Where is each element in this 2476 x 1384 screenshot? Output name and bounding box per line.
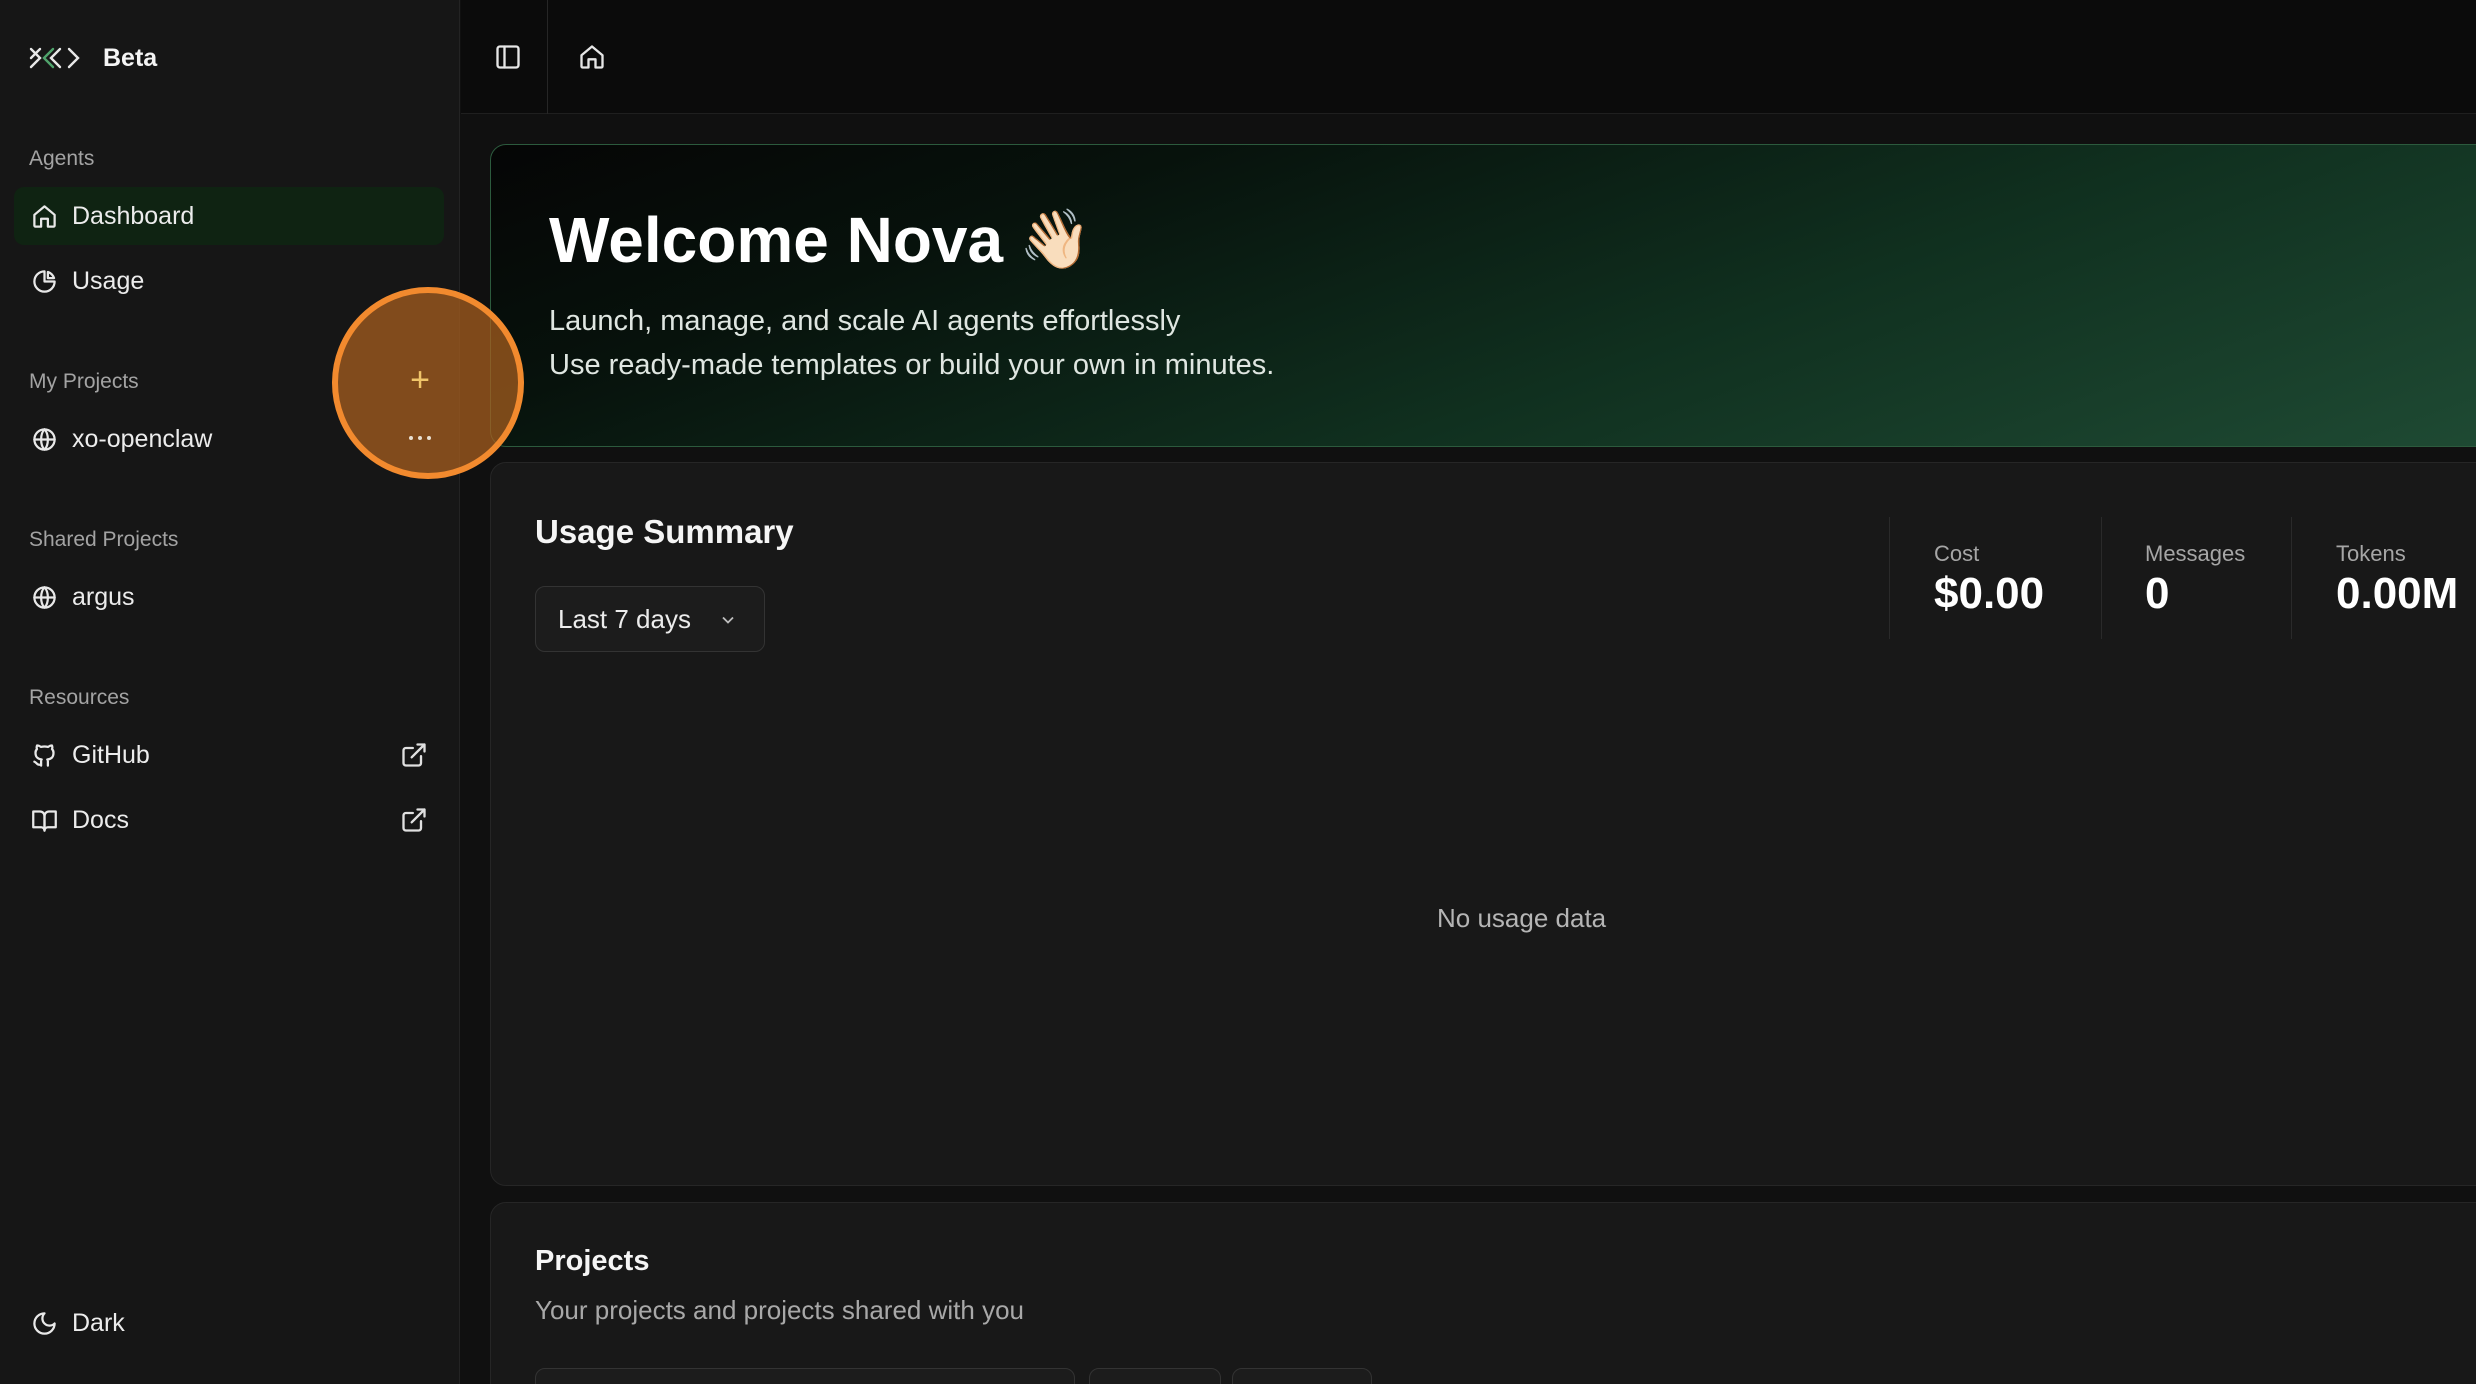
stat-divider: [2101, 517, 2102, 639]
projects-filter-button[interactable]: [1089, 1368, 1221, 1384]
sidebar-item-label: xo-openclaw: [72, 424, 213, 453]
theme-toggle[interactable]: Dark: [14, 1294, 444, 1352]
welcome-banner: Welcome Nova 👋🏻 Launch, manage, and scal…: [490, 144, 2476, 447]
theme-toggle-label: Dark: [72, 1308, 125, 1337]
projects-subtitle: Your projects and projects shared with y…: [535, 1295, 1024, 1325]
usage-summary-card: Usage Summary Last 7 days Cost $0.00 Mes…: [490, 462, 2476, 1186]
app-root: Beta Agents Dashboard Usage My Projects …: [0, 0, 2476, 1384]
waving-hand-emoji: 👋🏻: [1019, 207, 1092, 272]
welcome-title-text: Welcome Nova: [549, 204, 1004, 276]
messages-label: Messages: [2145, 541, 2246, 566]
pie-chart-icon: [29, 266, 59, 296]
cost-label: Cost: [1934, 541, 1980, 566]
book-open-icon: [29, 805, 59, 835]
more-dot: [418, 436, 422, 440]
section-label-agents: Agents: [29, 147, 95, 170]
chevron-down-icon: [722, 616, 734, 624]
date-range-value: Last 7 days: [558, 603, 691, 634]
sidebar: Beta Agents Dashboard Usage My Projects …: [0, 0, 460, 1384]
welcome-line-1: Launch, manage, and scale AI agents effo…: [549, 305, 1181, 337]
section-label-shared-projects: Shared Projects: [29, 528, 179, 551]
add-project-button[interactable]: +: [404, 363, 436, 397]
messages-value: 0: [2145, 569, 2170, 618]
cost-value: $0.00: [1934, 569, 2045, 618]
top-bar: [461, 0, 2476, 114]
sidebar-item-label: Docs: [72, 805, 129, 834]
globe-icon: [29, 424, 59, 454]
usage-summary-title: Usage Summary: [535, 513, 794, 550]
home-button[interactable]: [575, 40, 609, 74]
home-icon: [29, 201, 59, 231]
sidebar-item-xo-openclaw[interactable]: xo-openclaw: [14, 410, 314, 468]
section-label-resources: Resources: [29, 686, 130, 709]
sidebar-item-dashboard[interactable]: Dashboard: [14, 187, 444, 245]
projects-card: Projects Your projects and projects shar…: [490, 1202, 2476, 1384]
home-icon: [580, 45, 604, 69]
welcome-line-2: Use ready-made templates or build your o…: [549, 349, 1275, 381]
tokens-label: Tokens: [2336, 541, 2406, 566]
sidebar-item-label: Usage: [72, 266, 145, 295]
brand-label: Beta: [103, 43, 158, 72]
date-range-select[interactable]: Last 7 days: [535, 586, 765, 652]
section-label-my-projects: My Projects: [29, 370, 139, 393]
stat-divider: [2291, 517, 2292, 639]
projects-sort-button[interactable]: [1232, 1368, 1372, 1384]
external-link-icon[interactable]: [400, 741, 428, 769]
more-dot: [409, 436, 413, 440]
panel-left-icon: [496, 45, 520, 69]
topbar-divider: [547, 0, 548, 114]
more-dot: [427, 436, 431, 440]
moon-icon: [29, 1308, 59, 1338]
projects-title: Projects: [535, 1245, 650, 1277]
sidebar-item-github[interactable]: GitHub: [14, 726, 444, 784]
sidebar-item-argus[interactable]: argus: [14, 568, 444, 626]
sidebar-item-label: Dashboard: [72, 201, 195, 230]
globe-icon: [29, 582, 59, 612]
xo-logo-icon: [29, 47, 80, 69]
external-link-icon[interactable]: [400, 806, 428, 834]
stat-divider: [1889, 517, 1890, 639]
welcome-title: Welcome Nova 👋🏻: [549, 203, 1091, 277]
project-more-button[interactable]: [404, 424, 436, 452]
projects-search-input[interactable]: [535, 1368, 1075, 1384]
sidebar-item-label: GitHub: [72, 740, 150, 769]
sidebar-item-label: argus: [72, 582, 135, 611]
sidebar-toggle-button[interactable]: [491, 40, 525, 74]
github-icon: [29, 740, 59, 770]
sidebar-item-docs[interactable]: Docs: [14, 791, 444, 849]
usage-empty-state: No usage data: [1437, 903, 1607, 933]
tokens-value: 0.00M: [2336, 569, 2459, 618]
brand[interactable]: Beta: [29, 40, 157, 76]
